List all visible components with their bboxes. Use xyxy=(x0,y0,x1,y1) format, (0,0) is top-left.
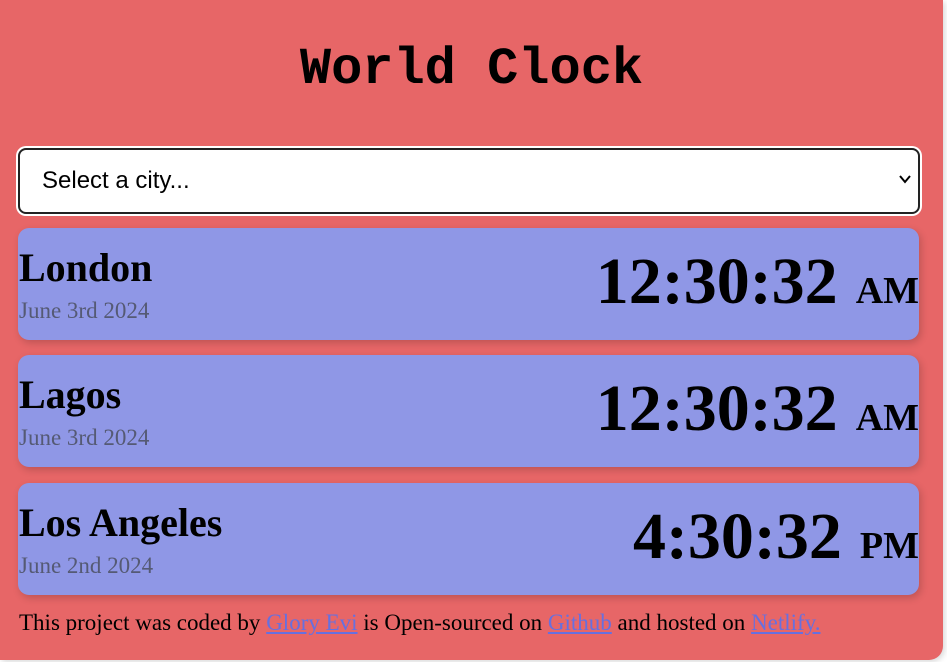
time-digits: 4:30:32 xyxy=(632,500,842,573)
city-card-los-angeles: Los Angeles June 2nd 2024 4:30:32 PM xyxy=(18,483,919,595)
city-name: London xyxy=(19,245,153,290)
time-ampm: AM xyxy=(855,397,919,439)
chevron-down-icon xyxy=(899,175,911,184)
github-link[interactable]: Github xyxy=(548,610,612,635)
netlify-link[interactable]: Netlify. xyxy=(751,610,820,635)
time-digits: 12:30:32 xyxy=(595,372,838,445)
city-card-lagos: Lagos June 3rd 2024 12:30:32 AM xyxy=(18,355,919,467)
city-select-value: Select a city... xyxy=(42,167,190,194)
city-name: Los Angeles xyxy=(19,500,223,545)
city-time: 12:30:32 AM xyxy=(596,244,919,320)
page-title: World Clock xyxy=(299,40,644,99)
footer: This project was coded by Glory Evi is O… xyxy=(19,608,820,638)
city-card-london: London June 3rd 2024 12:30:32 AM xyxy=(18,228,919,340)
time-digits: 12:30:32 xyxy=(595,245,838,318)
world-clock-card: World Clock Select a city... London June… xyxy=(0,0,943,660)
footer-text: is Open-sourced on xyxy=(357,610,548,635)
author-link[interactable]: Glory Evi xyxy=(266,610,357,635)
city-date: June 2nd 2024 xyxy=(19,553,154,578)
city-date: June 3rd 2024 xyxy=(19,425,150,450)
city-date: June 3rd 2024 xyxy=(19,298,150,323)
city-time: 12:30:32 AM xyxy=(596,371,919,447)
time-ampm: PM xyxy=(859,525,919,567)
city-select[interactable]: Select a city... xyxy=(18,148,920,214)
city-name: Lagos xyxy=(19,372,122,417)
city-time: 4:30:32 PM xyxy=(633,499,919,575)
footer-text: and hosted on xyxy=(611,610,752,635)
footer-text: This project was coded by xyxy=(19,610,267,635)
time-ampm: AM xyxy=(855,270,919,312)
